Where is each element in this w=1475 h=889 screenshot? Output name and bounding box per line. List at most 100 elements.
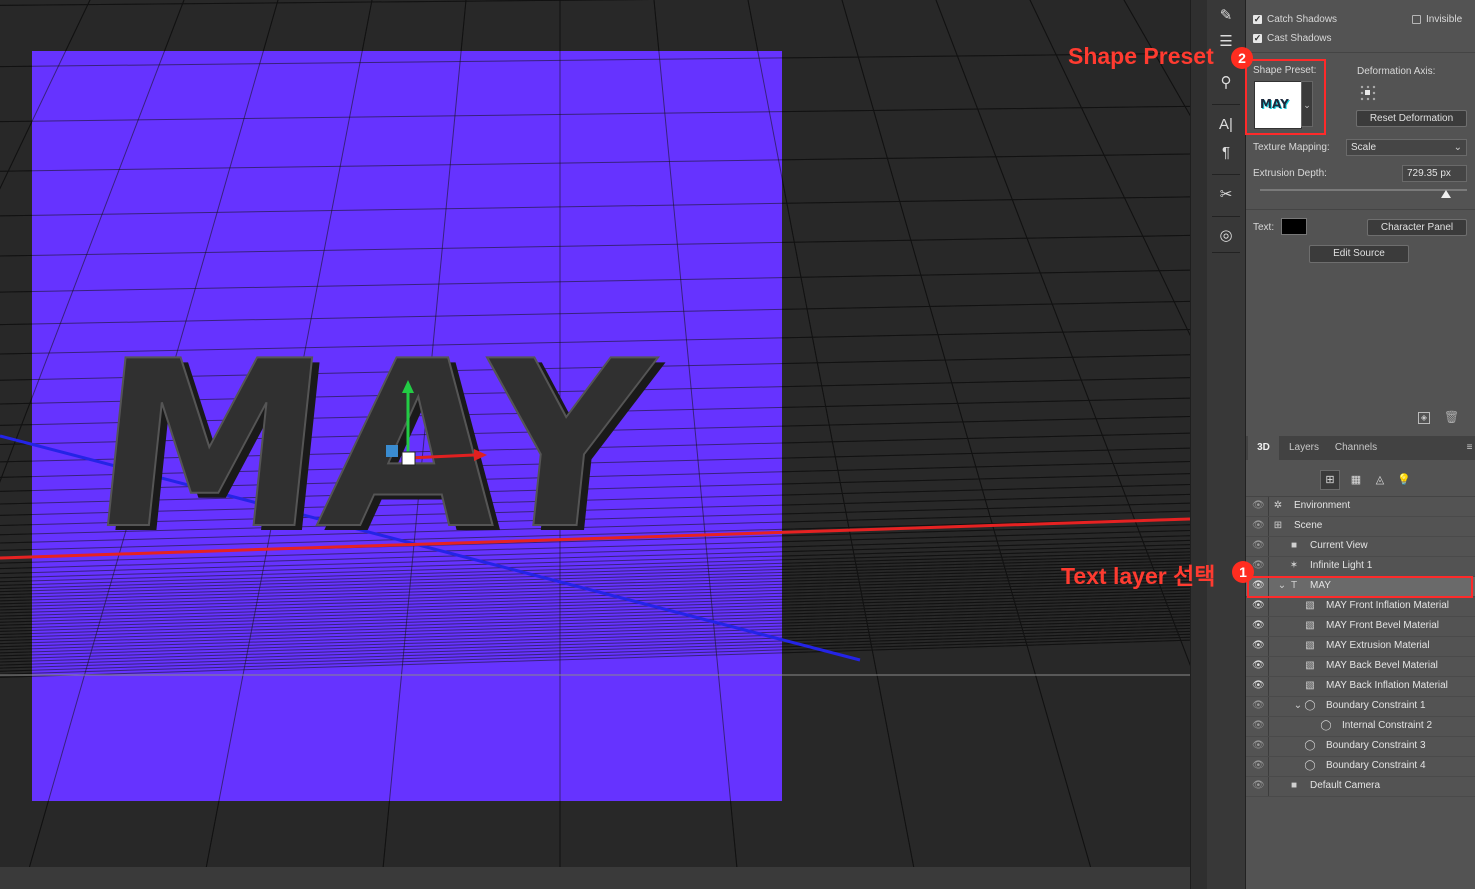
extrusion-depth-input[interactable]: 729.35 px: [1402, 165, 1467, 182]
trash-icon[interactable]: 🗑: [1444, 410, 1459, 424]
layer-row[interactable]: 👁 ◯ Internal Constraint 2: [1246, 717, 1475, 737]
layer-row[interactable]: 👁 ▧ MAY Front Bevel Material: [1246, 617, 1475, 637]
visibility-eye-icon[interactable]: 👁: [1252, 761, 1265, 771]
visibility-eye-icon[interactable]: 👁: [1252, 521, 1265, 531]
tab-layers[interactable]: Layers: [1282, 436, 1326, 460]
environment-icon: ✲: [1273, 500, 1283, 511]
camera-icon: ■: [1290, 540, 1298, 551]
texture-mapping-label: Texture Mapping:: [1253, 142, 1330, 153]
visibility-eye-icon[interactable]: 👁: [1252, 601, 1265, 611]
filter-material-icon[interactable]: ◬: [1372, 470, 1388, 490]
cast-shadows-label: Cast Shadows: [1267, 33, 1332, 44]
layer-row[interactable]: 👁 ◯ Boundary Constraint 4: [1246, 757, 1475, 777]
edit-source-button[interactable]: Edit Source: [1309, 245, 1409, 263]
filter-scene-icon[interactable]: ⊞: [1320, 470, 1340, 490]
panel-menu-icon[interactable]: ≡: [1464, 436, 1475, 460]
filter-mesh-icon[interactable]: ▦: [1348, 470, 1364, 490]
cast-shadows-checkbox[interactable]: ✓: [1253, 34, 1262, 43]
character-panel-button[interactable]: Character Panel: [1367, 219, 1467, 236]
deformation-axis-grid[interactable]: [1359, 84, 1377, 102]
visibility-eye-icon[interactable]: 👁: [1252, 641, 1265, 651]
layer-row[interactable]: 👁 ▧ MAY Extrusion Material: [1246, 637, 1475, 657]
visibility-eye-icon[interactable]: 👁: [1252, 681, 1265, 691]
annotation-badge-2: 2: [1231, 47, 1253, 69]
material-icon: ▧: [1305, 620, 1315, 631]
viewport-canvas[interactable]: MAY MAY: [0, 0, 1190, 867]
invisible-checkbox[interactable]: [1412, 15, 1421, 24]
visibility-eye-icon[interactable]: 👁: [1252, 741, 1265, 751]
clone-source-icon[interactable]: ⚲: [1216, 73, 1236, 93]
deformation-axis-label: Deformation Axis:: [1357, 66, 1436, 77]
vertical-scrollbar[interactable]: [1190, 0, 1207, 889]
text-layer-annotation: Text layer 선택: [1061, 563, 1216, 589]
brush-presets-icon[interactable]: ✎: [1216, 6, 1236, 26]
panel-tool-strip: ✎ ☰ ⚲ A| ¶ ✂ ◎: [1207, 0, 1246, 889]
constraint-icon: ◯: [1304, 760, 1316, 771]
horizontal-scrollbar[interactable]: [0, 867, 1190, 889]
material-icon: ▧: [1305, 660, 1315, 671]
layer-label: Scene: [1294, 520, 1323, 531]
layer-row[interactable]: 👁 ■ Current View: [1246, 537, 1475, 557]
shape-preset-annotation: Shape Preset: [1068, 43, 1214, 69]
material-icon: ▧: [1305, 640, 1315, 651]
layer-row[interactable]: 👁 ▧ MAY Front Inflation Material: [1246, 597, 1475, 617]
text-color-label: Text:: [1253, 222, 1275, 233]
adjustments-icon[interactable]: ☰: [1216, 32, 1236, 52]
render-icon[interactable]: ◈: [1418, 412, 1430, 424]
3d-panel: 3D Layers Channels ≡ ⊞ ▦ ◬ 💡 👁 ✲ Environme…: [1246, 432, 1475, 889]
texture-mapping-select[interactable]: Scale ⌄: [1346, 139, 1467, 156]
layer-row[interactable]: 👁 ▧ MAY Back Inflation Material: [1246, 677, 1475, 697]
layer-label: MAY Back Inflation Material: [1326, 680, 1448, 691]
material-icon: ▧: [1305, 600, 1315, 611]
layer-label: Internal Constraint 2: [1342, 720, 1433, 731]
3d-viewport[interactable]: MAY MAY: [0, 0, 1190, 867]
layer-row[interactable]: 👁 ⊞ Scene: [1246, 517, 1475, 537]
catch-shadows-checkbox[interactable]: ✓: [1253, 15, 1262, 24]
tab-channels[interactable]: Channels: [1328, 436, 1384, 460]
layer-label: MAY Front Inflation Material: [1326, 600, 1450, 611]
light-icon: ✶: [1289, 560, 1299, 571]
libraries-icon[interactable]: ◎: [1216, 226, 1236, 246]
scene-icon: ⊞: [1273, 520, 1283, 531]
character-icon[interactable]: A|: [1216, 115, 1236, 135]
layer-label: Environment: [1294, 500, 1351, 511]
layer-label: Default Camera: [1310, 780, 1381, 791]
layer-label: MAY Front Bevel Material: [1326, 620, 1440, 631]
visibility-eye-icon[interactable]: 👁: [1252, 661, 1265, 671]
text-color-swatch[interactable]: [1281, 218, 1307, 235]
tool-presets-icon[interactable]: ✂: [1216, 185, 1236, 205]
visibility-eye-icon[interactable]: 👁: [1252, 501, 1265, 511]
layer-row[interactable]: 👁 ▧ MAY Back Bevel Material: [1246, 657, 1475, 677]
visibility-eye-icon[interactable]: 👁: [1252, 621, 1265, 631]
gizmo-z-handle[interactable]: [386, 445, 398, 457]
paragraph-icon[interactable]: ¶: [1216, 143, 1236, 163]
shape-preset-highlight: [1245, 59, 1326, 135]
layer-row[interactable]: 👁 ◯ Boundary Constraint 3: [1246, 737, 1475, 757]
extrusion-depth-label: Extrusion Depth:: [1253, 168, 1327, 179]
visibility-eye-icon[interactable]: 👁: [1252, 721, 1265, 731]
visibility-eye-icon[interactable]: 👁: [1252, 701, 1265, 711]
constraint-icon: ◯: [1304, 740, 1316, 751]
visibility-eye-icon[interactable]: 👁: [1252, 541, 1265, 551]
constraint-icon: ◯: [1320, 720, 1332, 731]
material-icon: ▧: [1305, 680, 1315, 691]
layer-row[interactable]: 👁 ■ Default Camera: [1246, 777, 1475, 797]
visibility-eye-icon[interactable]: 👁: [1252, 781, 1265, 791]
camera-icon: ■: [1290, 780, 1298, 791]
layer-row[interactable]: 👁 ✶ Infinite Light 1: [1246, 557, 1475, 577]
layer-label: Boundary Constraint 3: [1326, 740, 1426, 751]
3d-text-may[interactable]: MAY MAY: [80, 312, 671, 585]
slider-thumb[interactable]: [1441, 190, 1452, 198]
layer-row[interactable]: 👁 ✲ Environment: [1246, 497, 1475, 517]
reset-deformation-button[interactable]: Reset Deformation: [1356, 110, 1467, 127]
layer-row[interactable]: 👁 ⌄ ◯ Boundary Constraint 1: [1246, 697, 1475, 717]
text-layer-highlight: [1247, 576, 1473, 598]
filter-light-icon[interactable]: 💡: [1396, 470, 1412, 490]
tab-3d[interactable]: 3D: [1248, 436, 1279, 460]
expand-chevron-icon[interactable]: ⌄: [1292, 700, 1304, 712]
layer-label: Infinite Light 1: [1310, 560, 1373, 571]
extrusion-depth-slider[interactable]: [1260, 189, 1467, 198]
gizmo-center-handle[interactable]: [401, 451, 416, 466]
layer-label: Boundary Constraint 4: [1326, 760, 1426, 771]
layer-label: MAY Extrusion Material: [1326, 640, 1430, 651]
